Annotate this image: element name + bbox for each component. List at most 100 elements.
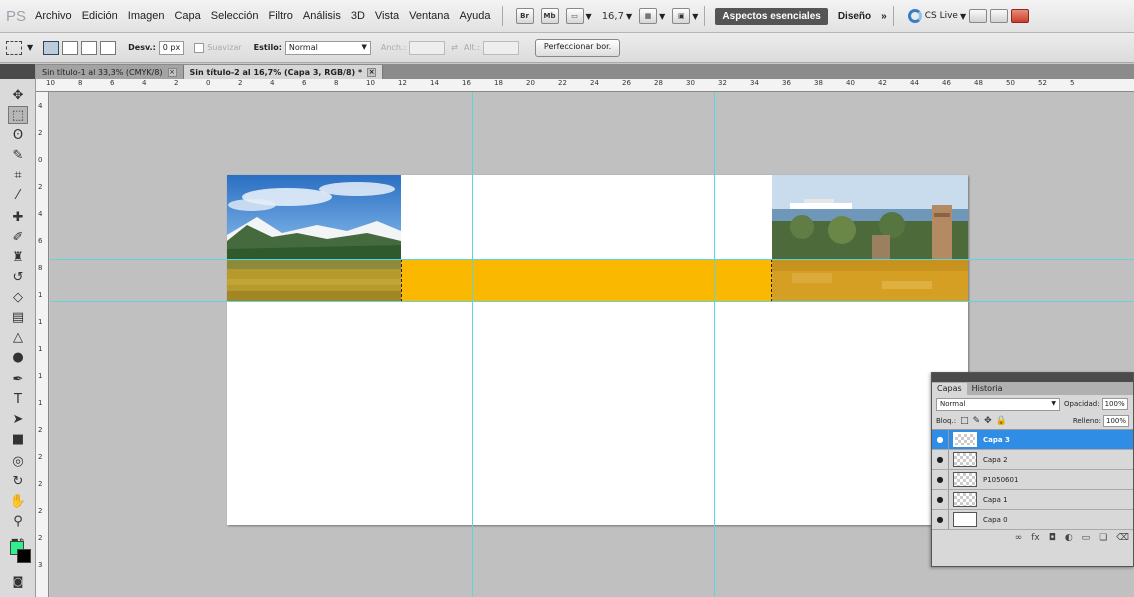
tab-historia[interactable]: Historia (967, 383, 1008, 395)
menu-ayuda[interactable]: Ayuda (455, 10, 496, 22)
visibility-eye-icon[interactable]: ● (932, 430, 949, 449)
new-layer-icon[interactable]: ❏ (1099, 533, 1107, 543)
3d-rotate-tool-icon[interactable]: ◎ (8, 452, 28, 470)
guide-horizontal-1[interactable] (50, 259, 1134, 260)
menu-analisis[interactable]: Análisis (298, 10, 346, 22)
opacity-input[interactable]: 100% (1101, 398, 1128, 410)
menu-capa[interactable]: Capa (169, 10, 205, 22)
visibility-eye-icon[interactable]: ● (932, 490, 949, 509)
path-select-tool-icon[interactable]: ➤ (8, 410, 28, 428)
fill-input[interactable]: 100% (1102, 415, 1129, 427)
guide-vertical-2[interactable] (714, 92, 715, 597)
lock-transparency-icon[interactable]: □ (960, 416, 969, 426)
guide-horizontal-2[interactable] (50, 301, 1134, 302)
menu-imagen[interactable]: Imagen (123, 10, 170, 22)
background-color-swatch[interactable] (17, 549, 31, 563)
document-canvas[interactable] (227, 175, 968, 525)
menu-3d[interactable]: 3D (346, 10, 370, 22)
workspace-more[interactable]: » (881, 11, 887, 22)
screen-mode-button[interactable]: ▣ (672, 8, 691, 24)
pen-tool-icon[interactable]: ✒ (8, 370, 28, 388)
visibility-eye-icon[interactable]: ● (932, 510, 949, 529)
feather-input[interactable]: 0 px (158, 40, 185, 55)
crop-tool-icon[interactable]: ⌗ (8, 166, 28, 184)
refine-edge-button[interactable]: Perfeccionar bor. (534, 38, 621, 57)
vertical-ruler[interactable]: 4 2 0 2 4 6 8 1 1 1 1 1 2 2 2 2 2 3 (36, 92, 49, 597)
tool-preset-picker[interactable] (6, 40, 22, 55)
layer-row[interactable]: ● Capa 3 (932, 430, 1133, 450)
link-layers-icon[interactable]: ∞ (1015, 533, 1023, 543)
eyedropper-tool-icon[interactable]: ⁄ (8, 186, 28, 204)
layers-panel-header[interactable] (932, 373, 1133, 382)
tab-document-2[interactable]: Sin título-2 al 16,7% (Capa 3, RGB/8) * … (183, 65, 384, 79)
arrange-documents-button[interactable]: ▦ (639, 8, 658, 24)
move-tool-icon[interactable]: ✥ (8, 86, 28, 104)
visibility-eye-icon[interactable]: ● (932, 450, 949, 469)
height-input[interactable] (482, 40, 519, 55)
arrange-chevron-down-icon[interactable]: ▼ (659, 12, 665, 21)
cs-live-button[interactable]: CS Live ▼ (907, 9, 966, 23)
zoom-chevron-down-icon[interactable]: ▼ (626, 12, 632, 21)
menu-edicion[interactable]: Edición (77, 10, 123, 22)
horizontal-ruler[interactable]: 10 8 6 4 2 0 2 4 6 8 10 12 14 16 18 20 22 24 26 28 30 32 34 36 3… (36, 79, 1134, 92)
spot-healing-tool-icon[interactable]: ✚ (8, 208, 28, 226)
quick-mask-icon[interactable]: ◙ (8, 572, 28, 590)
history-brush-tool-icon[interactable]: ↺ (8, 268, 28, 286)
subtract-selection-button[interactable] (81, 40, 98, 55)
type-tool-icon[interactable]: T (8, 390, 28, 408)
close-icon[interactable]: × (167, 67, 177, 77)
layer-row[interactable]: ● Capa 2 (932, 450, 1133, 470)
tab-capas[interactable]: Capas (932, 383, 967, 395)
swap-icon[interactable]: ⇄ (451, 43, 458, 52)
style-select[interactable]: Normal (284, 40, 371, 55)
mini-bridge-button[interactable]: Mb (540, 8, 559, 24)
menu-seleccion[interactable]: Selección (206, 10, 264, 22)
new-selection-button[interactable] (43, 40, 60, 55)
brush-tool-icon[interactable]: ✐ (8, 228, 28, 246)
tab-document-1[interactable]: Sin título-1 al 33,3% (CMYK/8) × (36, 65, 184, 79)
blend-mode-select[interactable]: Normal (936, 397, 1060, 411)
layer-style-icon[interactable]: fx (1031, 533, 1040, 543)
marquee-tool-icon[interactable]: ⬚ (8, 106, 28, 124)
intersect-selection-button[interactable] (100, 40, 117, 55)
workspace-design[interactable]: Diseño (838, 11, 871, 22)
layer-row[interactable]: ● P1050601 (932, 470, 1133, 490)
adjustment-layer-icon[interactable]: ◐ (1065, 533, 1073, 543)
preset-chevron-icon[interactable]: ▼ (27, 43, 33, 52)
new-group-icon[interactable]: ▭ (1082, 533, 1091, 543)
quick-select-tool-icon[interactable]: ✎ (8, 146, 28, 164)
layer-row[interactable]: ● Capa 0 (932, 510, 1133, 530)
screen-chevron-down-icon[interactable]: ▼ (692, 12, 698, 21)
workspace-essentials[interactable]: Aspectos esenciales (715, 7, 828, 25)
layer-row[interactable]: ● Capa 1 (932, 490, 1133, 510)
view-extras-button[interactable]: ▭ (565, 8, 584, 24)
lock-position-icon[interactable]: ✥ (984, 416, 992, 426)
close-icon[interactable]: × (367, 67, 377, 77)
close-button[interactable] (1011, 9, 1030, 23)
clone-stamp-tool-icon[interactable]: ♜ (8, 248, 28, 266)
chevron-down-icon[interactable]: ▼ (586, 12, 592, 21)
bridge-button[interactable]: Br (515, 8, 534, 24)
menu-archivo[interactable]: Archivo (30, 10, 77, 22)
shape-tool-icon[interactable]: ■ (8, 430, 28, 448)
blur-tool-icon[interactable]: △ (8, 328, 28, 346)
width-input[interactable] (409, 40, 446, 55)
zoom-tool-icon[interactable]: ⚲ (8, 512, 28, 530)
guide-vertical-1[interactable] (472, 92, 473, 597)
gradient-tool-icon[interactable]: ▤ (8, 308, 28, 326)
eraser-tool-icon[interactable]: ◇ (8, 288, 28, 306)
hand-tool-icon[interactable]: ✋ (8, 492, 28, 510)
lock-all-icon[interactable]: 🔒 (996, 416, 1007, 426)
dodge-tool-icon[interactable]: ● (8, 348, 28, 366)
add-selection-button[interactable] (62, 40, 79, 55)
antialias-checkbox[interactable] (194, 42, 205, 53)
selection-marquee[interactable] (401, 259, 772, 302)
lock-pixels-icon[interactable]: ✎ (973, 416, 981, 426)
trash-icon[interactable]: ⌫ (1116, 533, 1129, 543)
menu-vista[interactable]: Vista (370, 10, 404, 22)
3d-orbit-tool-icon[interactable]: ↻ (8, 472, 28, 490)
visibility-eye-icon[interactable]: ● (932, 470, 949, 489)
menu-ventana[interactable]: Ventana (404, 10, 454, 22)
tools-panel-header[interactable] (0, 64, 35, 79)
maximize-button[interactable] (990, 9, 1009, 23)
